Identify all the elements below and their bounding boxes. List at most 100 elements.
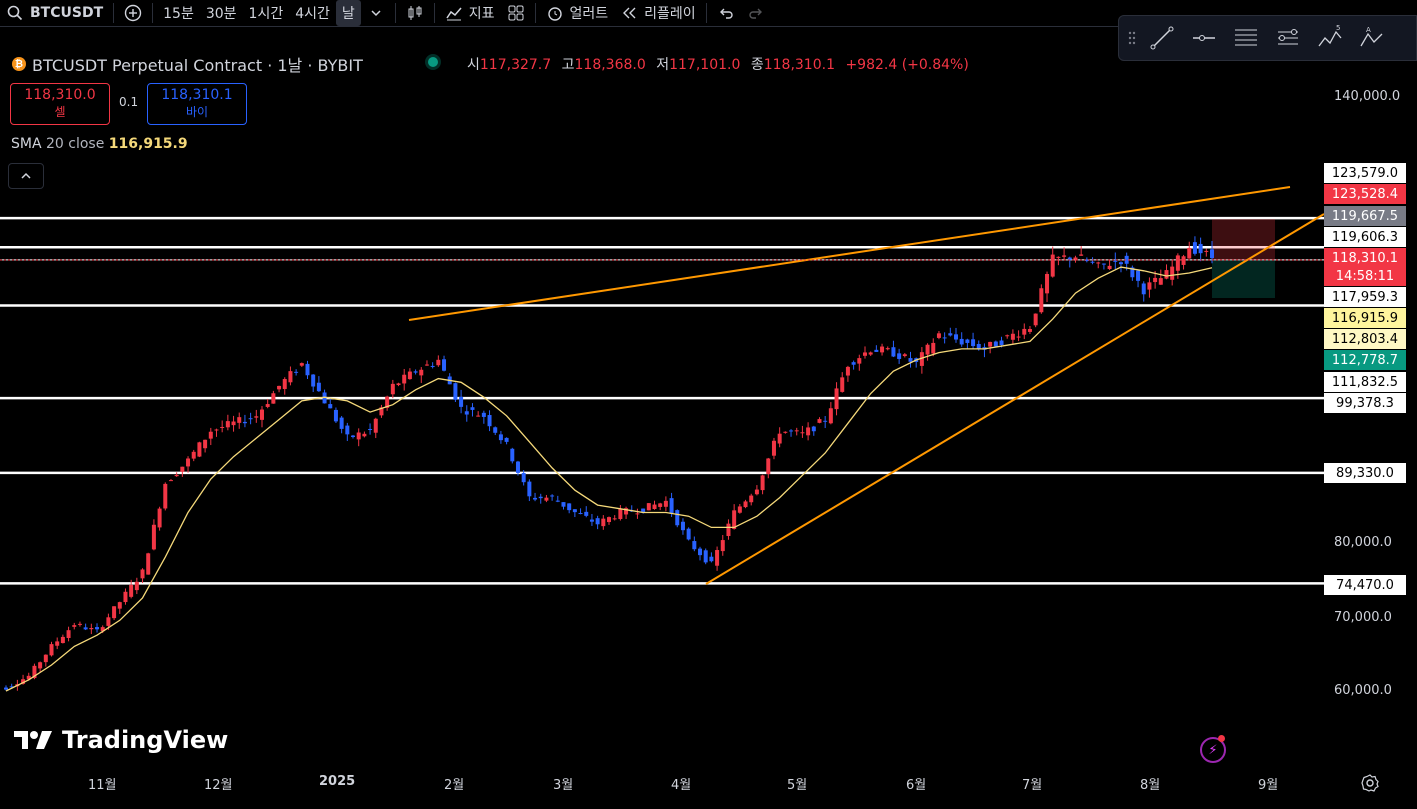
price-tag[interactable]: 89,330.0 (1324, 463, 1406, 483)
price-tag[interactable]: 111,832.5 (1324, 372, 1406, 392)
price-tag[interactable]: 117,959.3 (1324, 287, 1406, 307)
interval-30m[interactable]: 30분 (200, 0, 243, 26)
interval-1h[interactable]: 1시간 (243, 0, 290, 26)
price-tag[interactable]: 119,606.3 (1324, 227, 1406, 247)
symbol-description: BTCUSDT Perpetual Contract · 1날 · BYBIT (32, 56, 363, 75)
candle-body (669, 498, 674, 513)
candle-body (43, 654, 48, 663)
collapse-legend-button[interactable] (8, 163, 44, 189)
candle-body (817, 419, 822, 423)
toolbar-separator (433, 3, 435, 23)
candle-body (1067, 257, 1072, 260)
buy-price: 118,310.1 (161, 87, 233, 103)
legend-title[interactable]: ₿ BTCUSDT Perpetual Contract · 1날 · BYBI… (12, 52, 363, 76)
spread-value: 0.1 (119, 95, 139, 109)
interval-dropdown[interactable] (361, 0, 391, 26)
low-value: 117,101.0 (669, 57, 741, 73)
candle-body (396, 383, 401, 386)
upper-trend-line[interactable] (408, 186, 1291, 321)
price-tag[interactable]: 112,803.4 (1324, 329, 1406, 349)
price-tag[interactable]: 123,579.0 (1324, 163, 1406, 183)
candle-body (1101, 263, 1106, 265)
position-target-zone[interactable] (1212, 260, 1275, 298)
candle-body (743, 501, 748, 508)
candle-body (1045, 273, 1050, 294)
candle-body (607, 517, 611, 523)
candle-body (339, 417, 344, 429)
settings-gear-icon[interactable] (1360, 773, 1380, 793)
candle-body (362, 433, 367, 437)
candle-body (38, 662, 43, 669)
candle-body (1090, 261, 1095, 263)
candle-body (163, 483, 168, 509)
candle-body (521, 473, 526, 483)
fib-tool[interactable] (1229, 21, 1263, 55)
candle-body (49, 644, 54, 656)
candle-body (504, 437, 509, 442)
candle-body (1136, 270, 1141, 281)
interval-1d[interactable]: 날 (335, 0, 361, 26)
interval-4h[interactable]: 4시간 (289, 0, 336, 26)
candle-body (265, 404, 270, 407)
buy-button[interactable]: 118,310.1 바이 (147, 83, 247, 125)
change-value: +982.4 (+0.84%) (845, 57, 969, 73)
candle-body (390, 383, 395, 395)
price-tag[interactable]: 123,528.4 (1324, 184, 1406, 204)
candle-body (60, 636, 65, 644)
candle-body (106, 617, 111, 626)
candle-body (248, 418, 253, 420)
candle-body (538, 496, 543, 499)
position-stop-zone[interactable] (1212, 219, 1275, 260)
indicators-icon (446, 7, 462, 21)
candle-body (134, 581, 139, 591)
candle-body (72, 625, 77, 627)
sma-price-tag[interactable]: 116,915.9 (1324, 308, 1406, 328)
candle-body (584, 511, 589, 516)
candle-body (493, 427, 498, 433)
redo-button[interactable] (741, 0, 771, 26)
drag-handle-icon[interactable] (1127, 28, 1137, 48)
candle-body (851, 362, 856, 365)
symbol-search[interactable]: BTCUSDT (0, 0, 109, 26)
sma-legend[interactable]: SMA 20 close 116,915.9 (11, 136, 188, 152)
candle-body (1005, 335, 1010, 337)
indicators-button[interactable]: 지표 (439, 0, 501, 26)
price-chart[interactable] (0, 27, 1417, 809)
trend-line-tool[interactable] (1145, 21, 1179, 55)
candle-body (1027, 329, 1032, 332)
candle-body (214, 429, 219, 431)
candle-body (1113, 260, 1118, 262)
sell-button[interactable]: 118,310.0 셀 (10, 83, 110, 125)
candle-body (95, 627, 100, 630)
alert-button[interactable]: 얼러트 (540, 0, 615, 26)
elliott-wave-tool[interactable]: 5 (1313, 21, 1347, 55)
price-tag[interactable]: 74,470.0 (1324, 575, 1406, 595)
price-tag[interactable]: 112,778.7 (1324, 350, 1406, 370)
candle-body (1016, 336, 1021, 338)
undo-button[interactable] (711, 0, 741, 26)
candle-body (828, 408, 833, 424)
interval-15m[interactable]: 15분 (157, 0, 200, 26)
chart-type-button[interactable] (400, 0, 430, 26)
candle-body (311, 374, 316, 387)
toolbar-separator (394, 3, 396, 23)
candle-body (333, 409, 338, 422)
templates-button[interactable] (501, 0, 531, 26)
market-status-icon[interactable] (428, 57, 438, 67)
redo-icon (749, 8, 762, 19)
candle-body (1118, 262, 1123, 265)
price-tag[interactable]: 99,378.3 (1324, 393, 1406, 413)
pattern-tool[interactable] (1271, 21, 1305, 55)
candle-body (1187, 247, 1192, 259)
replay-button[interactable]: 리플레이 (614, 0, 702, 26)
horizontal-ray-tool[interactable] (1187, 21, 1221, 55)
candle-body (891, 347, 896, 357)
candle-body (1204, 250, 1209, 252)
candle-body (680, 521, 685, 531)
abc-wave-tool[interactable]: A (1355, 21, 1389, 55)
candle-body (1062, 255, 1067, 257)
price-tag[interactable]: 119,667.5 (1324, 206, 1406, 226)
last-price-tag[interactable]: 118,310.1 (1324, 248, 1406, 268)
candle-body (1181, 256, 1186, 265)
compare-button[interactable] (118, 0, 148, 26)
